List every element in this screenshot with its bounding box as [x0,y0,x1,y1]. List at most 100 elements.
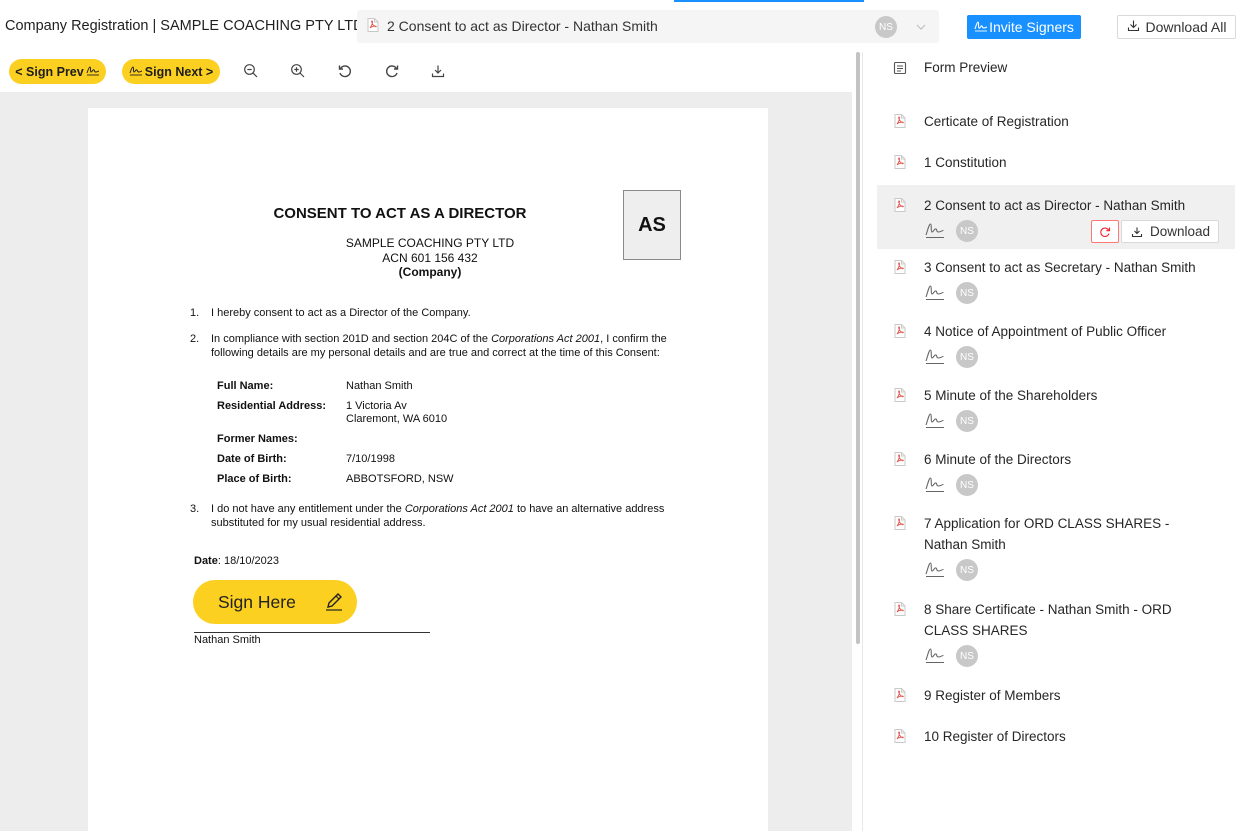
consent-item-2: In compliance with section 201D and sect… [211,333,667,359]
sign-prev-button[interactable]: < Sign Prev [9,59,106,84]
full-name-label: Full Name: [217,380,274,392]
signature-icon[interactable] [924,646,946,669]
invite-signers-label: Invite Signers [989,19,1074,35]
item-number: 3. [190,503,200,515]
pdf-icon [894,602,906,621]
sidebar-item-label: 7 Application for ORD CLASS SHARES - [924,516,1170,531]
sign-prev-label: < Sign Prev [15,64,84,79]
refresh-icon [1100,227,1111,237]
company-name: SAMPLE COACHING PTY LTD [345,236,515,250]
sidebar-item[interactable]: 2 Consent to act as Director - Nathan Sm… [877,185,1235,249]
sidebar-item[interactable]: 8 Share Certificate - Nathan Smith - ORD… [877,599,1235,667]
signature-line [194,632,430,633]
signature-icon [129,65,143,79]
sidebar-item-label: 5 Minute of the Shareholders [924,388,1098,403]
pdf-icon [894,516,906,535]
signature-icon[interactable] [924,475,946,498]
sign-next-label: Sign Next > [144,64,214,79]
invite-signers-button[interactable]: Invite Signers [967,15,1081,39]
signature-icon[interactable] [924,221,946,244]
signature-icon [86,65,100,79]
signature-icon[interactable] [924,560,946,583]
pob-value: ABBOTSFORD, NSW [346,473,454,485]
signer-avatar: NS [956,474,978,496]
pdf-icon [367,18,379,37]
sidebar-item[interactable]: 9 Register of Members [877,685,1235,713]
signer-avatar: NS [875,16,897,38]
panel-divider [862,52,863,831]
signature-icon[interactable] [924,283,946,306]
signer-avatar: NS [956,282,978,304]
pdf-icon [894,155,906,174]
sidebar-item-label: 1 Constitution [924,155,1007,170]
signer-avatar: NS [956,645,978,667]
pdf-icon [894,688,906,707]
signature-icon[interactable] [924,347,946,370]
signer-avatar: NS [956,410,978,432]
sidebar-item[interactable]: 4 Notice of Appointment of Public Office… [877,321,1235,368]
sidebar-item[interactable]: Certicate of Registration [877,111,1235,139]
current-document-label: 2 Consent to act as Director - Nathan Sm… [387,18,658,34]
sidebar-item[interactable]: 10 Register of Directors [877,726,1235,754]
form-preview-icon [893,61,907,80]
sidebar-item-label-line2: CLASS SHARES [924,623,1028,638]
signer-name: Nathan Smith [194,634,261,646]
pdf-icon [894,324,906,343]
sidebar-item[interactable]: 1 Constitution [877,152,1235,180]
item-number: 2. [190,333,200,345]
pdf-icon [894,114,906,133]
address-label: Residential Address: [217,400,327,412]
download-label: Download [1150,224,1211,239]
former-names-label: Former Names: [217,433,298,445]
pdf-icon [894,452,906,471]
consent-item-1: I hereby consent to act as a Director of… [211,307,471,319]
chevron-down-icon[interactable] [915,20,927,38]
signer-avatar: NS [956,346,978,368]
sign-here-button[interactable]: Sign Here [193,580,357,624]
dob-value: 7/10/1998 [346,453,395,465]
sidebar-item[interactable]: 7 Application for ORD CLASS SHARES - Nath… [877,513,1235,581]
sidebar-item-label: 4 Notice of Appointment of Public Office… [924,324,1167,339]
pob-label: Place of Birth: [217,473,292,485]
sidebar-item[interactable]: 5 Minute of the Shareholders NS [877,385,1235,432]
download-icon [1127,19,1140,35]
consent-item-3: I do not have any entitlement under the … [211,503,665,529]
sidebar-item-label: 9 Register of Members [924,688,1061,703]
signature-icon [974,19,988,35]
pdf-icon [894,388,906,407]
signature-icon[interactable] [924,411,946,434]
active-accent-line [674,0,864,2]
download-icon [1131,227,1143,237]
full-name-value: Nathan Smith [346,380,413,392]
sign-next-button[interactable]: Sign Next > [122,59,220,84]
rotate-left-icon[interactable] [337,63,355,81]
document-selector[interactable]: 2 Consent to act as Director - Nathan Sm… [357,10,939,43]
zoom-in-icon[interactable] [290,63,308,81]
address-line-1: 1 Victoria Av [346,400,407,412]
date-line: Date: 18/10/2023 [194,555,280,567]
download-button[interactable]: Download [1121,220,1219,243]
sidebar-item-label: 3 Consent to act as Secretary - Nathan S… [924,260,1196,275]
download-all-button[interactable]: Download All [1117,15,1236,39]
page-title: Company Registration | SAMPLE COACHING P… [5,18,364,34]
document-page: CONSENT TO ACT AS A DIRECTOR AS SAMPLE C… [88,108,768,831]
sidebar-item[interactable]: 6 Minute of the Directors NS [877,449,1235,496]
address-line-2: Claremont, WA 6010 [346,413,448,425]
document-viewer[interactable]: CONSENT TO ACT AS A DIRECTOR AS SAMPLE C… [0,92,852,831]
form-preview-link[interactable]: Form Preview [924,60,1007,75]
sidebar-item-label: 10 Register of Directors [924,729,1066,744]
viewer-toolbar: < Sign Prev Sign Next > [0,52,852,92]
sidebar-item-label: 2 Consent to act as Director - Nathan Sm… [924,198,1186,213]
signer-avatar: NS [956,559,978,581]
sidebar-item-label: 6 Minute of the Directors [924,452,1072,467]
rotate-right-icon[interactable] [384,63,402,81]
sidebar-item-label: Certicate of Registration [924,114,1069,129]
app-root: Company Registration | SAMPLE COACHING P… [0,0,1250,831]
signer-avatar: NS [956,220,978,242]
sidebar-item[interactable]: 3 Consent to act as Secretary - Nathan S… [877,257,1235,304]
viewer-scrollbar[interactable] [856,52,860,644]
zoom-out-icon[interactable] [243,63,261,81]
refresh-button[interactable] [1091,220,1119,243]
download-icon[interactable] [430,63,448,81]
sidebar-item-label-line2: Nathan Smith [924,537,1006,552]
